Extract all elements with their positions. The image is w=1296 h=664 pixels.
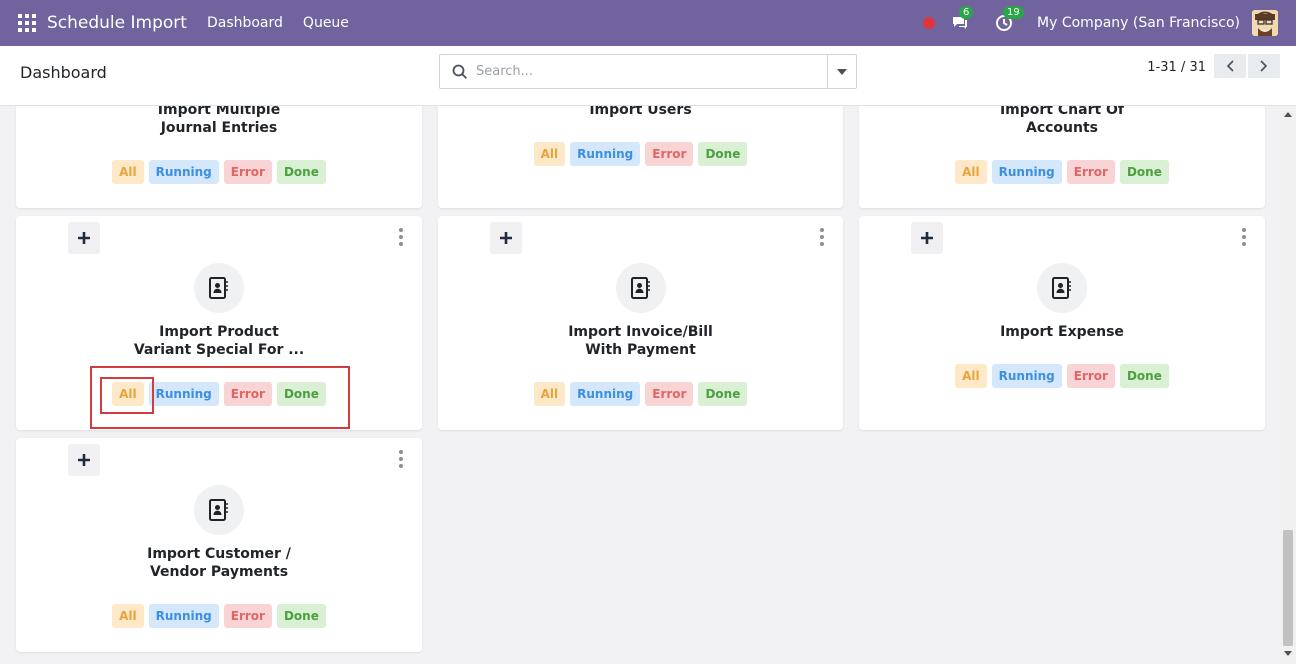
- top-navbar: Schedule Import Dashboard Queue 6 19 My …: [0, 0, 1296, 46]
- contact-book-icon: [615, 263, 666, 313]
- card-title[interactable]: Import Multiple Journal Entries: [16, 106, 422, 137]
- tag-error-button[interactable]: Error: [223, 160, 272, 184]
- tag-done-button[interactable]: Done: [698, 382, 748, 406]
- plus-icon: [78, 454, 90, 466]
- card-title[interactable]: Import Chart Of Accounts: [859, 106, 1265, 137]
- company-switcher[interactable]: My Company (San Francisco): [1037, 15, 1240, 31]
- search-icon: [452, 64, 467, 79]
- tag-running-button[interactable]: Running: [148, 160, 219, 184]
- chat-count-badge: 6: [959, 6, 974, 19]
- add-button[interactable]: [911, 222, 943, 254]
- tag-all-button[interactable]: All: [533, 142, 566, 166]
- card-title[interactable]: Import Invoice/Bill With Payment: [438, 323, 843, 359]
- card-title[interactable]: Import Customer / Vendor Payments: [16, 545, 422, 581]
- tag-done-button[interactable]: Done: [276, 160, 326, 184]
- tag-all-button[interactable]: All: [533, 382, 566, 406]
- plus-icon: [78, 232, 90, 244]
- status-tags: All Running Error Done: [438, 382, 843, 406]
- caret-down-icon: [837, 68, 847, 75]
- tag-all-button[interactable]: All: [955, 160, 987, 184]
- import-card: Import Users All Running Error Done: [438, 106, 843, 208]
- pager-previous-button[interactable]: [1214, 54, 1246, 78]
- import-card: Import Customer / Vendor Payments All Ru…: [16, 438, 422, 652]
- card-title[interactable]: Import Expense: [859, 323, 1265, 341]
- plus-icon: [500, 232, 512, 244]
- tag-running-button[interactable]: Running: [570, 382, 641, 406]
- chevron-right-icon: [1260, 60, 1268, 72]
- chevron-left-icon: [1226, 60, 1234, 72]
- tag-all-button[interactable]: All: [112, 604, 144, 628]
- tag-running-button[interactable]: Running: [991, 160, 1062, 184]
- tag-error-button[interactable]: Error: [223, 604, 272, 628]
- kanban-view: Import Multiple Journal Entries All Runn…: [0, 106, 1280, 664]
- kebab-menu-icon[interactable]: [398, 228, 404, 246]
- add-button[interactable]: [490, 222, 522, 254]
- status-tags: All Running Error Done: [438, 142, 843, 166]
- status-tags: All Running Error Done: [16, 160, 422, 184]
- search-input[interactable]: [476, 64, 816, 79]
- tag-running-button[interactable]: Running: [991, 364, 1062, 388]
- activity-count-badge: 19: [1003, 6, 1024, 19]
- tag-running-button[interactable]: Running: [148, 604, 219, 628]
- app-title[interactable]: Schedule Import: [47, 13, 187, 33]
- kebab-menu-icon[interactable]: [1241, 228, 1247, 246]
- chat-icon[interactable]: 6: [949, 6, 974, 34]
- contact-book-icon: [1037, 263, 1087, 313]
- kebab-menu-icon[interactable]: [398, 450, 404, 468]
- kebab-menu-icon[interactable]: [819, 228, 825, 246]
- highlight-box-all: [100, 377, 154, 414]
- vertical-scrollbar[interactable]: [1280, 106, 1296, 664]
- search-options-toggle[interactable]: [827, 55, 856, 88]
- search-bar: [439, 54, 857, 89]
- tag-error-button[interactable]: Error: [1066, 364, 1115, 388]
- apps-grid-icon[interactable]: [18, 14, 36, 32]
- tag-error-button[interactable]: Error: [645, 382, 694, 406]
- card-title[interactable]: Import Users: [438, 106, 843, 119]
- user-avatar[interactable]: [1252, 10, 1278, 36]
- tag-error-button[interactable]: Error: [1066, 160, 1115, 184]
- card-title[interactable]: Import Product Variant Special For ...: [16, 323, 422, 359]
- status-tags: All Running Error Done: [859, 160, 1265, 184]
- import-card: Import Chart Of Accounts All Running Err…: [859, 106, 1265, 208]
- contact-book-icon: [194, 263, 244, 313]
- tag-error-button[interactable]: Error: [645, 142, 694, 166]
- control-panel: Dashboard 1-31 / 31: [0, 46, 1296, 106]
- tag-all-button[interactable]: All: [112, 160, 144, 184]
- status-tags: All Running Error Done: [16, 604, 422, 628]
- contact-book-icon: [194, 485, 244, 535]
- pager-value[interactable]: 1-31 / 31: [1147, 60, 1206, 75]
- tag-done-button[interactable]: Done: [276, 604, 326, 628]
- add-button[interactable]: [68, 222, 100, 254]
- import-card: Import Invoice/Bill With Payment All Run…: [438, 216, 843, 430]
- scroll-down-arrow-icon[interactable]: [1284, 651, 1292, 656]
- scrollbar-thumb[interactable]: [1283, 530, 1293, 646]
- status-tags: All Running Error Done: [859, 364, 1265, 388]
- add-button[interactable]: [68, 444, 100, 476]
- pager-next-button[interactable]: [1248, 54, 1280, 78]
- nav-link-dashboard[interactable]: Dashboard: [207, 15, 283, 31]
- record-dot-icon[interactable]: [923, 17, 936, 29]
- tag-all-button[interactable]: All: [955, 364, 987, 388]
- import-card: Import Multiple Journal Entries All Runn…: [16, 106, 422, 208]
- tag-done-button[interactable]: Done: [698, 142, 748, 166]
- clock-icon[interactable]: 19: [993, 6, 1024, 34]
- plus-icon: [921, 232, 933, 244]
- breadcrumb: Dashboard: [20, 63, 107, 82]
- nav-link-queue[interactable]: Queue: [303, 15, 349, 31]
- tag-done-button[interactable]: Done: [1119, 160, 1169, 184]
- import-card: Import Expense All Running Error Done: [859, 216, 1265, 430]
- scroll-up-arrow-icon[interactable]: [1284, 112, 1292, 117]
- tag-running-button[interactable]: Running: [570, 142, 641, 166]
- tag-done-button[interactable]: Done: [1119, 364, 1169, 388]
